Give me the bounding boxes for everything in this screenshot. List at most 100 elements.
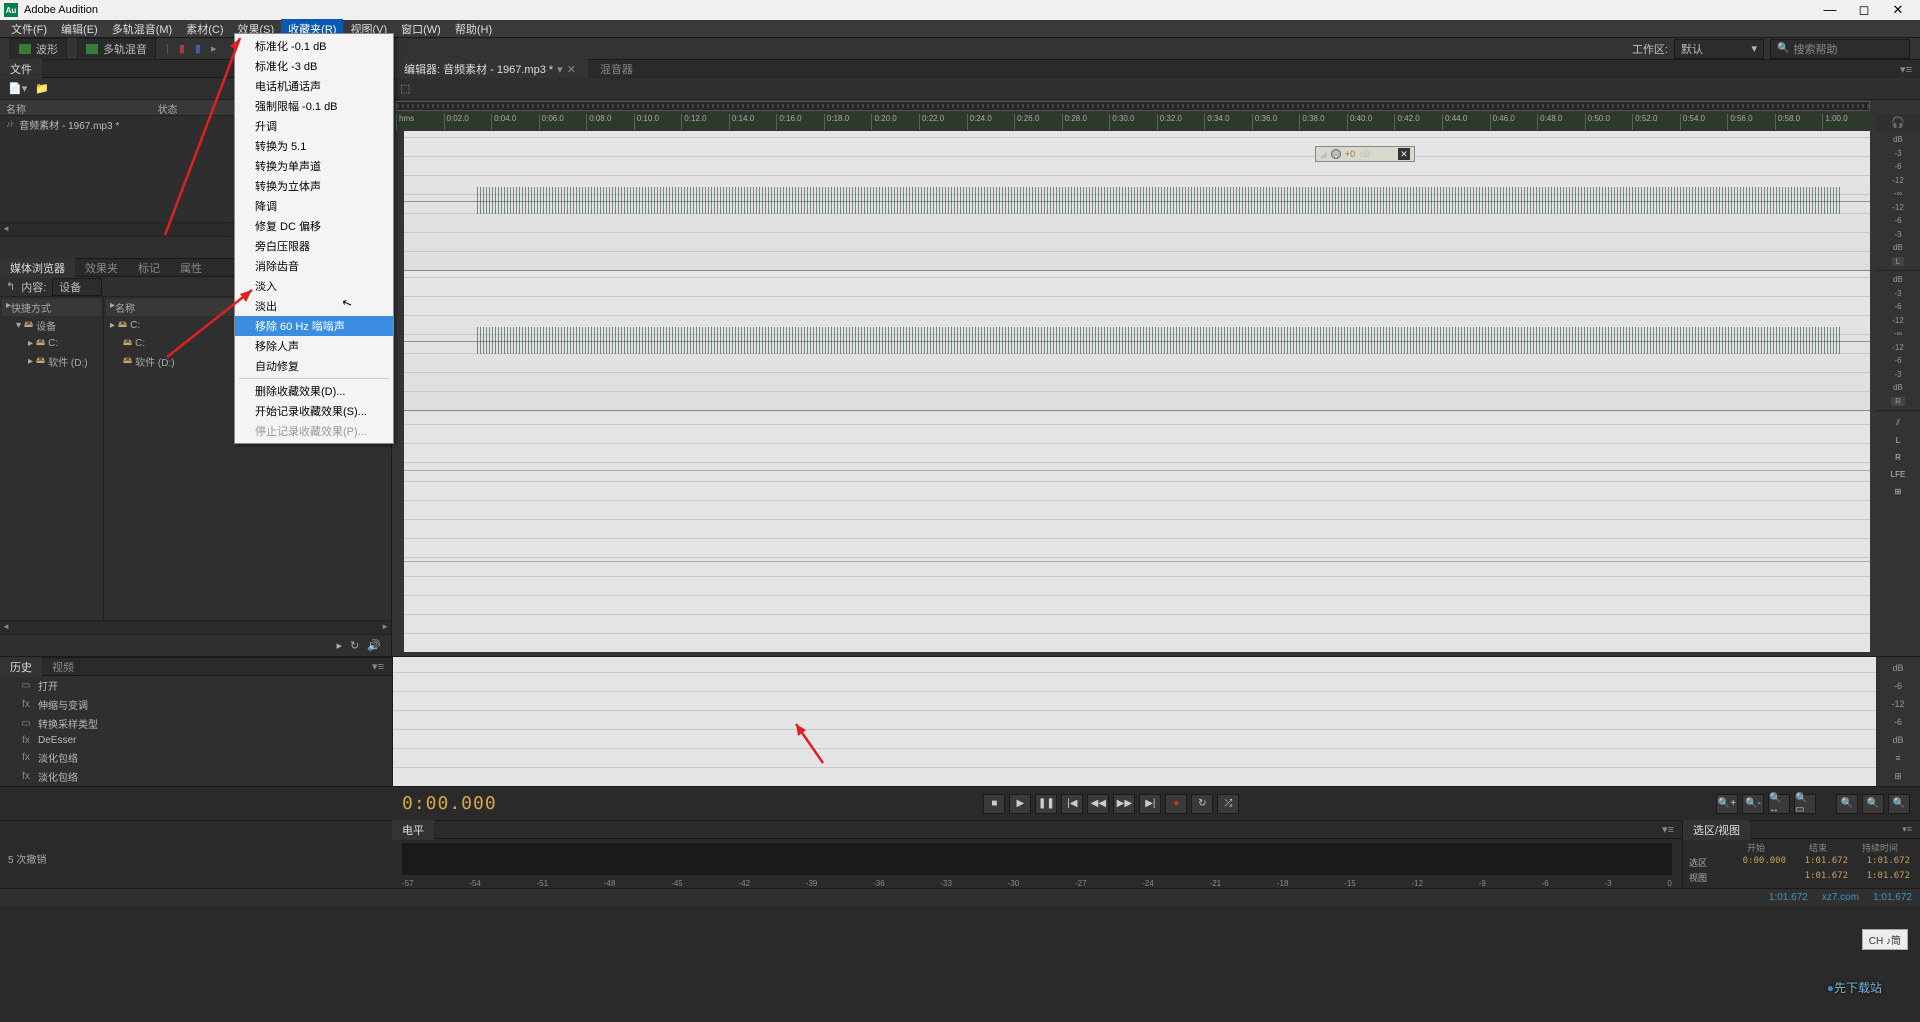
menu-clip[interactable]: 素材(C) <box>179 19 230 39</box>
dropdown-item[interactable]: 标准化 -0.1 dB <box>235 36 393 56</box>
gain-hud[interactable]: ◢ +0 dB ✕ <box>1315 146 1415 162</box>
dropdown-item[interactable]: 淡入 <box>235 276 393 296</box>
stereo-icon[interactable]: L <box>1895 435 1901 446</box>
dropdown-item[interactable]: 消除齿音 <box>235 256 393 276</box>
rewind-button[interactable]: ◀◀ <box>1087 794 1109 814</box>
record-button[interactable]: ● <box>1165 794 1187 814</box>
col-name[interactable]: 名称 <box>0 100 140 115</box>
dropdown-item[interactable]: 移除人声 <box>235 336 393 356</box>
surround-icon[interactable]: ⊞ <box>1894 486 1903 497</box>
goto-start-button[interactable]: |◀ <box>1061 794 1083 814</box>
files-tab[interactable]: 文件 <box>0 59 42 79</box>
tool-area-icon[interactable]: 🎧 <box>1876 114 1920 131</box>
close-button[interactable]: ✕ <box>1886 2 1910 18</box>
stereo-icon[interactable]: R <box>1894 452 1902 463</box>
tree-item[interactable]: ▸🖴软件 (D:) <box>2 352 101 370</box>
timecode-display[interactable]: 0:00.000 <box>392 793 507 814</box>
gain-knob-icon[interactable] <box>1331 149 1341 159</box>
workspace-dropdown[interactable]: 默认▾ <box>1674 39 1764 59</box>
history-tab[interactable]: 历史 <box>0 657 42 677</box>
dropdown-item[interactable]: 修复 DC 偏移 <box>235 216 393 236</box>
properties-tab[interactable]: 属性 <box>170 258 212 278</box>
dropdown-item[interactable]: 降调 <box>235 196 393 216</box>
history-item[interactable]: fx伸缩与变调 <box>0 695 392 714</box>
media-speaker-icon[interactable]: 🔊 <box>367 639 381 652</box>
history-menu-icon[interactable]: ▾≡ <box>364 660 392 673</box>
tool-icon-1[interactable]: ▮ <box>179 42 185 55</box>
stop-button[interactable]: ■ <box>983 794 1005 814</box>
bottom-tool-icon[interactable]: ≡ <box>1895 753 1900 763</box>
play-button[interactable]: ▶ <box>1009 794 1031 814</box>
editor-tool-icon[interactable]: ⬚ <box>400 82 410 95</box>
waveform-display[interactable] <box>404 131 1870 652</box>
goto-end-button[interactable]: ▶| <box>1139 794 1161 814</box>
waveform-mode-button[interactable]: 波形 <box>10 38 67 60</box>
content-dropdown[interactable]: 设备 <box>52 278 102 296</box>
dropdown-item[interactable]: 淡出 <box>235 296 393 316</box>
effects-rack-tab[interactable]: 效果夹 <box>75 258 128 278</box>
zoom-in-h-icon[interactable]: 🔍+ <box>1716 794 1738 814</box>
maximize-button[interactable]: ◻ <box>1852 2 1876 18</box>
zoom-sel-icon[interactable]: 🔍▭ <box>1794 794 1816 814</box>
history-item[interactable]: ▭打开 <box>0 676 392 695</box>
dropdown-item[interactable]: 自动修复 <box>235 356 393 376</box>
zoom-in-v-icon[interactable]: 🔍 <box>1836 794 1858 814</box>
pause-button[interactable]: ❚❚ <box>1035 794 1057 814</box>
history-item[interactable]: fxDeEsser <box>0 733 392 748</box>
multitrack-mode-button[interactable]: 多轨混音 <box>77 38 156 60</box>
ch-button[interactable]: CH ♪筒 <box>1862 929 1908 950</box>
new-folder-icon[interactable]: ↻ <box>350 639 359 652</box>
dropdown-item[interactable]: 转换为立体声 <box>235 176 393 196</box>
editor-panel-menu-icon[interactable]: ▾≡ <box>1892 63 1920 76</box>
col-status[interactable]: 状态 <box>140 100 195 115</box>
mixer-tab[interactable]: 混音器 <box>588 59 645 79</box>
zoom-out-h-icon[interactable]: 🔍- <box>1742 794 1764 814</box>
play-media-icon[interactable]: ▸ <box>337 639 343 652</box>
time-ruler[interactable]: hms 0:02.00:04.00:06.00:08.00:10.00:12.0… <box>396 114 1870 130</box>
dropdown-item[interactable]: 转换为 5.1 <box>235 136 393 156</box>
dropdown-item[interactable]: 旁白压限器 <box>235 236 393 256</box>
history-item[interactable]: fx淡化包络 <box>0 748 392 767</box>
menu-multitrack[interactable]: 多轨混音(M) <box>105 19 180 39</box>
dropdown-item[interactable]: 转换为单声道 <box>235 156 393 176</box>
levels-menu-icon[interactable]: ▾≡ <box>1654 823 1682 836</box>
media-browser-tab[interactable]: 媒体浏览器 <box>0 258 75 278</box>
dropdown-item[interactable]: 删除收藏效果(D)... <box>235 381 393 401</box>
skip-selection-button[interactable]: ⤮ <box>1217 794 1239 814</box>
dropdown-item[interactable]: 移除 60 Hz 嗡嗡声 <box>235 316 393 336</box>
timeline-overview[interactable] <box>396 101 1870 111</box>
tool-play-icon[interactable]: ▸ <box>211 42 217 55</box>
import-icon[interactable]: 📁 <box>35 82 49 95</box>
zoom-reset-icon[interactable]: 🔍 <box>1888 794 1910 814</box>
tree-item[interactable]: ▸🖴C: <box>2 334 101 352</box>
lfe-icon[interactable]: LFE <box>1890 469 1907 480</box>
levels-tab[interactable]: 电平 <box>392 820 434 840</box>
dropdown-item[interactable]: 升调 <box>235 116 393 136</box>
menu-edit[interactable]: 编辑(E) <box>54 19 105 39</box>
search-help-input[interactable]: 🔍搜索帮助 <box>1770 39 1910 59</box>
tool-icon-2[interactable]: ▮ <box>195 42 201 55</box>
history-item[interactable]: ▭转换采样类型 <box>0 714 392 733</box>
media-scrollbar[interactable] <box>0 620 391 634</box>
dropdown-item[interactable]: 标准化 -3 dB <box>235 56 393 76</box>
markers-tab[interactable]: 标记 <box>128 258 170 278</box>
selection-tab[interactable]: 选区/视图 <box>1683 820 1750 840</box>
sel-menu-icon[interactable]: ▾≡ <box>1894 824 1920 835</box>
open-file-icon[interactable]: 📄▾ <box>8 82 27 95</box>
menu-file[interactable]: 文件(F) <box>4 19 54 39</box>
dropdown-item[interactable]: 电话机通话声 <box>235 76 393 96</box>
bottom-tool-icon[interactable]: ⊞ <box>1894 771 1902 782</box>
editor-tab[interactable]: 编辑器: 音频素材 - 1967.mp3 *▾✕ <box>392 59 588 79</box>
menu-help[interactable]: 帮助(H) <box>448 19 499 39</box>
tree-item[interactable]: ▾🖴设备 <box>2 316 101 334</box>
menu-window[interactable]: 窗口(W) <box>394 19 448 39</box>
up-folder-icon[interactable]: ↰ <box>6 280 15 293</box>
close-hud-icon[interactable]: ✕ <box>1398 148 1410 160</box>
loop-playback-button[interactable]: ↻ <box>1191 794 1213 814</box>
video-tab[interactable]: 视频 <box>42 657 84 677</box>
forward-button[interactable]: ▶▶ <box>1113 794 1135 814</box>
dropdown-item[interactable]: 开始记录收藏效果(S)... <box>235 401 393 421</box>
level-meter[interactable] <box>402 843 1672 875</box>
zoom-out-v-icon[interactable]: 🔍 <box>1862 794 1884 814</box>
vol-indicator-icon[interactable]: ⫽ <box>1895 417 1901 429</box>
